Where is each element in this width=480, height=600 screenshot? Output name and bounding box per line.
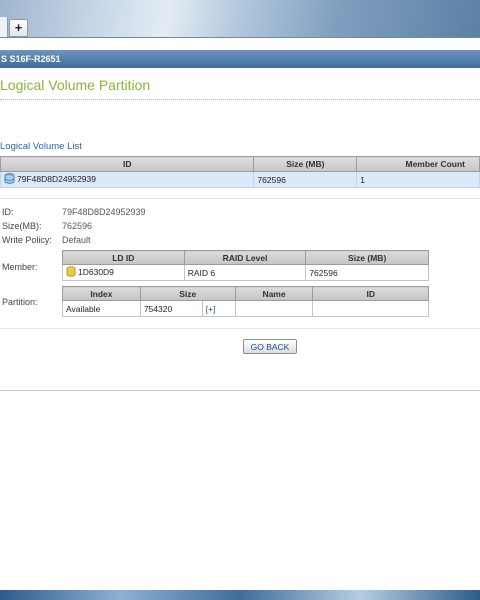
new-tab-button[interactable]: +: [9, 19, 28, 37]
partition-id-cell: [312, 300, 429, 317]
partition-index-cell: Available: [62, 300, 141, 317]
action-area: GO BACK: [0, 328, 480, 391]
column-header-partition-id[interactable]: ID: [312, 286, 429, 301]
column-header-ld-id[interactable]: LD ID: [62, 250, 185, 265]
partition-name-cell: [234, 300, 314, 317]
detail-id: ID: 79F48D8D24952939: [2, 207, 146, 217]
column-header-partition-size[interactable]: Size: [139, 286, 236, 301]
detail-size: Size(MB): 762596: [2, 221, 92, 231]
table-row: 1D630D9 RAID 6 762596: [62, 264, 429, 281]
bottom-bar: [0, 590, 480, 600]
column-header-raid-level[interactable]: RAID Level: [183, 250, 307, 265]
disk-icon: [66, 266, 76, 279]
table-row[interactable]: 79F48D8D24952939 762596 1: [0, 171, 480, 188]
detail-write-policy-value: Default: [62, 235, 91, 245]
partition-table: Index Size Name ID Available 754320 [+]: [62, 286, 429, 317]
go-back-button[interactable]: GO BACK: [243, 339, 297, 354]
column-header-size[interactable]: Size (MB): [253, 156, 358, 172]
partition-size-cell: 754320: [139, 300, 203, 317]
member-size-cell: 762596: [305, 264, 429, 281]
logical-volume-list-label: Logical Volume List: [0, 141, 82, 152]
logical-volume-table: ID Size (MB) Member Count 79F48D8D249529…: [0, 156, 480, 188]
column-header-member-size[interactable]: Size (MB): [305, 250, 429, 265]
browser-top-bar: +: [0, 0, 480, 38]
detail-size-label: Size(MB):: [2, 221, 42, 231]
volume-detail-panel: ID: 79F48D8D24952939 Size(MB): 762596 Wr…: [0, 198, 480, 329]
page-title: Logical Volume Partition: [0, 77, 151, 93]
title-divider: [0, 99, 480, 100]
column-header-member-count[interactable]: Member Count: [356, 156, 480, 172]
add-partition-cell: [+]: [201, 300, 236, 317]
member-label: Member:: [2, 262, 38, 272]
column-header-id[interactable]: ID: [0, 156, 255, 172]
member-ld-id-cell: 1D630D9: [62, 264, 185, 281]
detail-write-policy: Write Policy: Default: [2, 235, 91, 245]
member-ld-id: 1D630D9: [78, 266, 114, 277]
table-row: Available 754320 [+]: [62, 300, 429, 317]
database-icon: [4, 173, 15, 186]
detail-write-policy-label: Write Policy:: [2, 235, 52, 245]
detail-size-value: 762596: [62, 221, 93, 231]
partition-label: Partition:: [2, 297, 38, 307]
device-title-bar: S S16F-R2651: [0, 50, 480, 68]
detail-id-value: 79F48D8D24952939: [62, 207, 146, 217]
volume-size-cell: 762596: [253, 171, 358, 188]
browser-tab-edge[interactable]: [0, 17, 8, 37]
volume-id: 79F48D8D24952939: [17, 173, 96, 184]
column-header-name[interactable]: Name: [234, 286, 314, 301]
member-table: LD ID RAID Level Size (MB) 1D630D9 RAID …: [62, 250, 429, 281]
add-partition-link[interactable]: [+]: [206, 304, 216, 314]
volume-member-count-cell: 1: [356, 171, 480, 188]
detail-id-label: ID:: [2, 207, 14, 217]
volume-id-cell[interactable]: 79F48D8D24952939: [0, 171, 255, 188]
member-raid-level-cell: RAID 6: [183, 264, 307, 281]
column-header-index[interactable]: Index: [62, 286, 141, 301]
